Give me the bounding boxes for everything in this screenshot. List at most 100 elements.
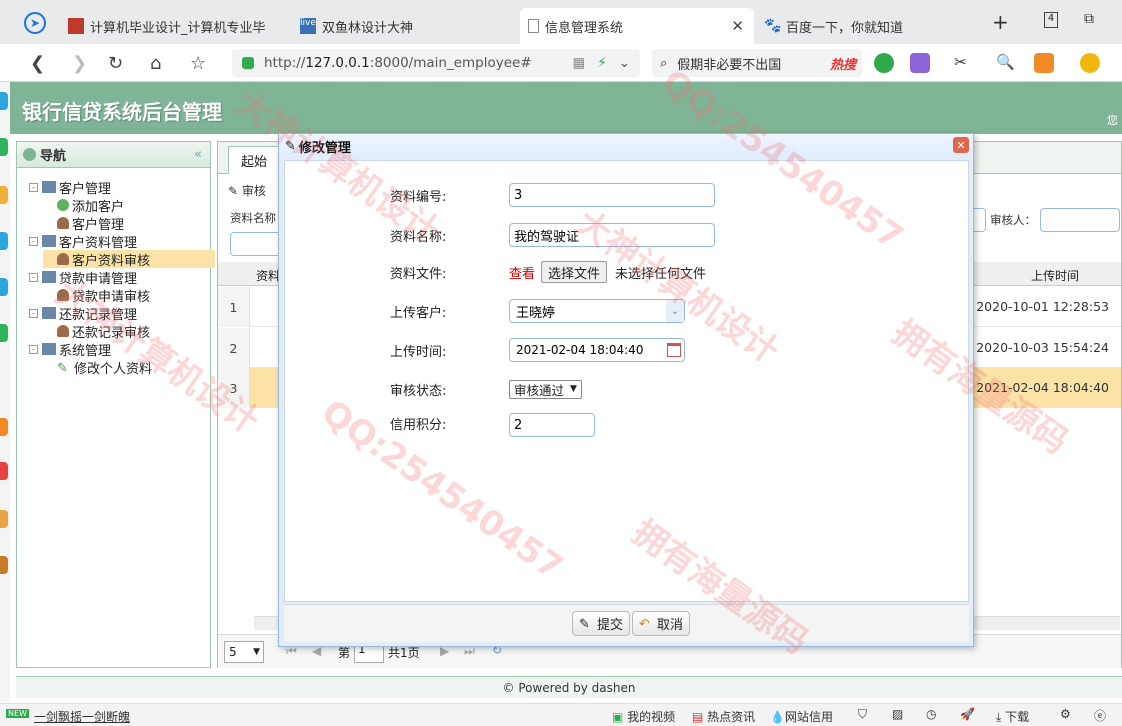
status-news[interactable]: ▤ 热点资讯 <box>692 708 755 725</box>
calendar-icon[interactable] <box>667 343 681 357</box>
reload-icon[interactable]: ↻ <box>108 53 123 74</box>
settings-icon[interactable]: ⚙ <box>1060 707 1071 721</box>
close-icon[interactable]: ✕ <box>953 137 969 153</box>
collapse-nav-icon[interactable]: « <box>194 147 202 162</box>
folder-monitor-icon <box>42 343 56 355</box>
tree-toggle-icon[interactable]: - <box>29 272 38 282</box>
tab-title: 百度一下，你就知道 <box>786 20 904 36</box>
filter-reviewer-input[interactable] <box>1040 208 1120 232</box>
browser-tab-1[interactable]: 计算机毕业设计_计算机专业毕 <box>60 8 290 44</box>
status-download[interactable]: ⤓ 下载 <box>996 708 1029 725</box>
status-link[interactable]: 一剑飘摇一剑断魄 <box>34 708 130 725</box>
cell-upload-time: 2021-02-04 18:04:40 <box>976 380 1109 395</box>
tree-node-edit-profile[interactable]: ✎ 修改个人资料 <box>17 358 210 377</box>
browser-toolbar: ❮ ❯ ↻ ⌂ ☆ http:// 127.0.0.1 :8000/main_e… <box>0 44 1122 82</box>
tab-title: 双鱼林设计大神 <box>322 20 414 36</box>
browser-logo-icon[interactable]: ➤ <box>24 12 46 34</box>
status-credit[interactable]: 💧网站信用 <box>770 708 833 725</box>
tree-node-add-customer[interactable]: 添加客户 <box>17 196 210 215</box>
restore-icon[interactable]: ⧉ <box>1084 11 1094 27</box>
row-number: 3 <box>218 368 250 408</box>
credit-score-field[interactable]: 2 <box>509 413 595 437</box>
tree-node-material-mgmt[interactable]: - 客户资料管理 <box>17 232 210 251</box>
lightning-icon[interactable]: ⚡ <box>597 55 606 71</box>
qr-icon[interactable]: ▦ <box>572 55 585 71</box>
hot-search-badge[interactable]: 热搜 <box>830 54 856 73</box>
forward-icon[interactable]: ❯ <box>72 53 87 74</box>
extension-green-icon[interactable] <box>874 53 894 73</box>
page-size-select[interactable]: 5 ▼ <box>224 641 264 663</box>
translate-icon[interactable] <box>910 53 930 73</box>
material-id-field[interactable]: 3 <box>509 183 715 207</box>
browser-side-strip <box>0 82 10 702</box>
tree-toggle-icon[interactable]: - <box>29 308 38 318</box>
row-number: 1 <box>218 287 250 327</box>
review-status-select[interactable]: 审核通过 ▼ <box>509 379 582 399</box>
live-favicon-icon: live <box>300 18 316 34</box>
home-icon[interactable]: ⌂ <box>150 53 161 74</box>
row-number: 2 <box>218 328 250 368</box>
close-tab-icon[interactable]: ✕ <box>731 17 744 35</box>
search-box[interactable]: ⌕ 假期非必要不出国 热搜 <box>652 49 862 77</box>
tree-toggle-icon[interactable]: - <box>29 236 38 246</box>
image-icon[interactable]: ▨ <box>892 707 903 721</box>
filter-reviewer-label: 审核人： <box>990 213 1036 227</box>
folder-monitor-icon <box>42 235 56 247</box>
secure-shield-icon <box>242 57 254 69</box>
filter-name-label: 资料名称 <box>230 211 276 225</box>
bookmark-star-icon[interactable]: ☆ <box>190 53 206 74</box>
tree-node-material-review[interactable]: 客户资料审核 <box>43 250 215 269</box>
upload-time-field[interactable]: 2021-02-04 18:04:40 <box>509 338 685 362</box>
tree-node-customer-list[interactable]: 客户管理 <box>17 214 210 233</box>
baidu-favicon-icon: 🐾 <box>764 18 782 34</box>
game-icon[interactable] <box>1034 53 1054 73</box>
tree-node-system-mgmt[interactable]: - 系统管理 <box>17 340 210 359</box>
material-name-field[interactable]: 我的驾驶证 <box>509 223 715 247</box>
chevron-down-icon[interactable]: ⌄ <box>666 300 684 322</box>
tree-node-loan-mgmt[interactable]: - 贷款申请管理 <box>17 268 210 287</box>
clock-icon[interactable]: ◷ <box>926 707 936 721</box>
browser-tab-2[interactable]: live 双鱼林设计大神 <box>292 8 516 44</box>
address-bar[interactable]: http:// 127.0.0.1 :8000/main_employee# ▦… <box>232 49 640 77</box>
tree-node-repay-mgmt[interactable]: - 还款记录管理 <box>17 304 210 323</box>
folder-monitor-icon <box>42 307 56 319</box>
dropdown-icon[interactable]: ⌄ <box>619 55 630 71</box>
edit-icon: ✎ <box>285 138 296 154</box>
browser-status-bar: NEW 一剑飘摇一剑断魄 ▣ 我的视频 ▤ 热点资讯 💧网站信用 ⛉ ▨ ◷ 🚀… <box>0 703 1122 726</box>
toolbar-review-button[interactable]: ✎ 审核 <box>228 182 266 199</box>
tree-node-customer-mgmt[interactable]: - 客户管理 <box>17 178 210 197</box>
tree-node-loan-review[interactable]: 贷款申请审核 <box>17 286 210 305</box>
ie-icon[interactable]: ⓔ <box>1094 707 1106 724</box>
tab-title: 信息管理系统 <box>545 20 624 36</box>
new-badge: NEW <box>6 709 29 718</box>
user-icon <box>57 325 69 337</box>
col-header-material[interactable]: 资料 <box>256 267 280 284</box>
tree-node-repay-review[interactable]: 还款记录审核 <box>17 322 210 341</box>
col-header-upload-time[interactable]: 上传时间 <box>1031 267 1079 284</box>
rocket-icon[interactable]: 🚀 <box>960 707 975 721</box>
tab-counter[interactable]: 4 <box>1044 12 1058 28</box>
choose-file-button[interactable]: 选择文件 <box>541 261 608 283</box>
cancel-button[interactable]: ↶ 取消 <box>632 611 691 636</box>
scissors-icon[interactable]: ✂ <box>954 53 974 73</box>
cell-upload-time: 2020-10-01 12:28:53 <box>976 299 1109 314</box>
new-tab-icon[interactable]: + <box>992 10 1009 34</box>
upload-customer-select[interactable]: 王晓婷 ⌄ <box>509 299 685 323</box>
cell-upload-time: 2020-10-03 15:54:24 <box>976 340 1109 355</box>
status-video[interactable]: ▣ 我的视频 <box>612 708 675 725</box>
tab-title: 计算机毕业设计_计算机专业毕 <box>90 20 266 36</box>
magnifier-icon[interactable]: 🔍 <box>996 53 1016 73</box>
nav-globe-icon <box>23 148 36 161</box>
browser-tab-active[interactable]: 信息管理系统 ✕ <box>520 8 754 44</box>
view-file-link[interactable]: 查看 <box>509 263 535 282</box>
shield-icon[interactable]: ⛉ <box>858 707 867 722</box>
drop-icon: 💧 <box>770 710 785 724</box>
browser-tab-4[interactable]: 🐾 百度一下，你就知道 <box>756 8 976 44</box>
coin-icon[interactable] <box>1080 53 1100 73</box>
download-icon: ⤓ <box>996 710 1006 724</box>
tree-toggle-icon[interactable]: - <box>29 344 38 354</box>
submit-button[interactable]: ✎ 提交 <box>572 611 631 636</box>
tab-start[interactable]: 起始 <box>228 146 281 174</box>
back-icon[interactable]: ❮ <box>30 53 45 74</box>
tree-toggle-icon[interactable]: - <box>29 182 38 192</box>
